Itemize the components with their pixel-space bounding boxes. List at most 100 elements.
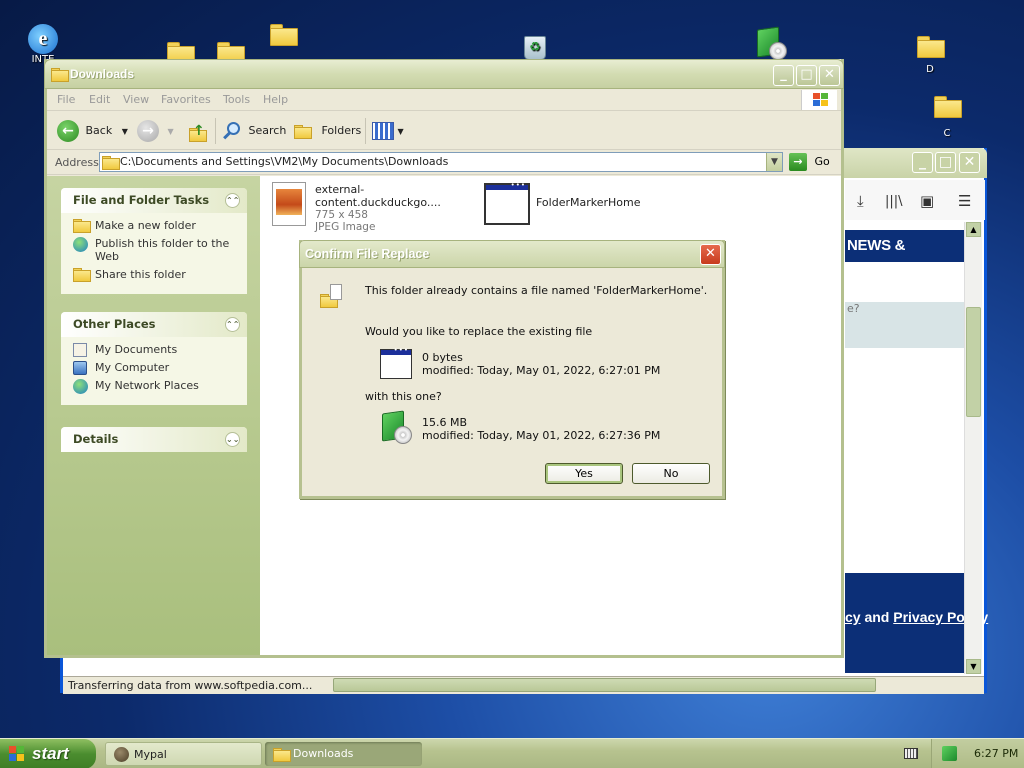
expand-icon[interactable]: ⌄⌄: [225, 432, 240, 447]
share-folder-icon: [73, 268, 91, 282]
desktop-folder[interactable]: [258, 24, 308, 46]
existing-file-size: 0 bytes: [422, 351, 463, 364]
place-my-documents[interactable]: My Documents: [73, 343, 237, 357]
my-computer-icon: [73, 361, 87, 375]
other-places-header[interactable]: Other Places ⌃⌃: [61, 312, 247, 337]
address-label: Address: [55, 156, 99, 169]
close-button[interactable]: ✕: [959, 152, 980, 173]
chevron-down-icon[interactable]: ▼: [168, 127, 174, 136]
folder-icon: [273, 748, 291, 762]
menu-edit[interactable]: Edit: [89, 93, 110, 106]
menu-favorites[interactable]: Favorites: [161, 93, 211, 106]
forward-button[interactable]: → ▼: [137, 118, 174, 144]
folder-icon: [270, 24, 298, 46]
views-icon: [372, 122, 394, 140]
scroll-up-icon[interactable]: ▲: [966, 222, 981, 237]
keyboard-icon[interactable]: [904, 748, 918, 759]
menu-file[interactable]: File: [57, 93, 75, 106]
confirm-file-replace-dialog: Confirm File Replace ✕ This folder alrea…: [299, 240, 725, 499]
site-footer: cy and Privacy Policy: [845, 573, 988, 673]
toolbar-separator: [215, 118, 216, 144]
back-button[interactable]: ← Back ▼: [57, 118, 128, 144]
policy-link-fragment[interactable]: cy: [845, 609, 861, 625]
folder-icon: [934, 96, 962, 118]
task-publish-to-web[interactable]: Publish this folder to the Web: [73, 237, 237, 263]
dialog-with-text: with this one?: [365, 390, 442, 403]
scroll-down-icon[interactable]: ▼: [966, 659, 981, 674]
menu-view[interactable]: View: [123, 93, 149, 106]
maximize-button[interactable]: □: [796, 65, 817, 86]
menu-help[interactable]: Help: [263, 93, 288, 106]
go-button[interactable]: → Go: [789, 152, 830, 172]
menu-tools[interactable]: Tools: [223, 93, 250, 106]
menu-icon[interactable]: ☰: [958, 192, 971, 210]
publish-web-icon: [73, 237, 88, 252]
taskbar-item-downloads[interactable]: Downloads: [265, 742, 422, 766]
browser-vertical-scrollbar[interactable]: ▲ ▼: [964, 222, 982, 674]
desktop-icon-label: D: [926, 64, 934, 75]
task-share-folder[interactable]: Share this folder: [73, 268, 237, 282]
scrollbar-thumb[interactable]: [966, 307, 981, 417]
status-text: Transferring data from www.softpedia.com…: [68, 679, 313, 692]
file-type: JPEG Image: [315, 221, 376, 233]
other-places-panel: Other Places ⌃⌃ My Documents My Computer…: [61, 312, 247, 405]
clock[interactable]: 6:27 PM: [974, 739, 1018, 768]
browser-statusbar: Transferring data from www.softpedia.com…: [63, 676, 984, 694]
recycle-bin-icon: ♻: [524, 36, 546, 60]
start-button[interactable]: start: [0, 739, 96, 768]
maximize-button[interactable]: □: [935, 152, 956, 173]
taskbar-item-mypal[interactable]: Mypal: [105, 742, 262, 766]
collapse-icon[interactable]: ⌃⌃: [225, 193, 240, 208]
folder-icon: [917, 36, 945, 58]
desktop-recycle-bin[interactable]: ♻: [510, 36, 560, 60]
application-icon: [484, 181, 530, 225]
desktop-icon-label: C: [943, 128, 951, 139]
collapse-icon[interactable]: ⌃⌃: [225, 317, 240, 332]
tray-app-icon[interactable]: [942, 746, 957, 761]
chevron-down-icon[interactable]: ▼: [398, 127, 404, 136]
dialog-close-button[interactable]: ✕: [700, 244, 721, 265]
system-tray: 6:27 PM: [931, 739, 1024, 768]
place-my-computer[interactable]: My Computer: [73, 361, 237, 375]
explorer-toolbar: ← Back ▼ → ▼ ↑ Search Folders ▼: [47, 112, 841, 150]
explorer-titlebar[interactable]: Downloads _ □ ✕: [44, 59, 844, 89]
address-input[interactable]: C:\Documents and Settings\VM2\My Documen…: [99, 152, 783, 172]
file-folder-tasks-header[interactable]: File and Folder Tasks ⌃⌃: [61, 188, 247, 213]
go-label: Go: [814, 155, 830, 168]
no-button[interactable]: No: [632, 463, 710, 484]
task-pane: File and Folder Tasks ⌃⌃ Make a new fold…: [47, 176, 260, 655]
file-name: FolderMarkerHome: [536, 196, 641, 209]
chevron-down-icon[interactable]: ▼: [122, 127, 128, 136]
place-my-network-places[interactable]: My Network Places: [73, 379, 237, 394]
search-icon: [222, 121, 242, 141]
download-icon[interactable]: ⤓: [857, 192, 864, 210]
windows-flag-icon: [9, 746, 25, 762]
my-documents-icon: [73, 343, 87, 357]
details-header[interactable]: Details ⌄⌄: [61, 427, 247, 452]
go-arrow-icon: →: [789, 153, 807, 171]
library-icon[interactable]: |||\: [885, 194, 903, 209]
views-button[interactable]: ▼: [372, 118, 404, 144]
up-folder-button[interactable]: ↑: [187, 118, 209, 144]
desktop-folder-d[interactable]: D: [905, 36, 955, 75]
folders-button[interactable]: Folders: [294, 118, 361, 144]
browser-toolbar: ⤓ |||\ ▣ ☰: [845, 180, 985, 220]
close-button[interactable]: ✕: [819, 65, 840, 86]
sidebar-icon[interactable]: ▣: [920, 192, 934, 210]
address-dropdown-icon[interactable]: ▼: [766, 153, 782, 171]
minimize-button[interactable]: _: [773, 65, 794, 86]
up-folder-icon: ↑: [187, 120, 209, 142]
task-make-new-folder[interactable]: Make a new folder: [73, 219, 237, 233]
new-file-modified: modified: Today, May 01, 2022, 6:27:36 P…: [422, 429, 661, 442]
folders-label: Folders: [321, 124, 362, 137]
minimize-button[interactable]: _: [912, 152, 933, 173]
yes-button[interactable]: Yes: [545, 463, 623, 484]
horizontal-scrollbar[interactable]: [333, 678, 876, 692]
site-nav-item[interactable]: NEWS & REVIEWS: [845, 230, 969, 286]
file-dimensions: 775 x 458: [315, 209, 368, 221]
dialog-titlebar[interactable]: Confirm File Replace ✕: [299, 240, 725, 268]
search-button[interactable]: Search: [222, 118, 286, 144]
banner-text: e?: [847, 302, 860, 315]
new-file-size: 15.6 MB: [422, 416, 468, 429]
desktop-folder-c[interactable]: C: [922, 96, 972, 139]
